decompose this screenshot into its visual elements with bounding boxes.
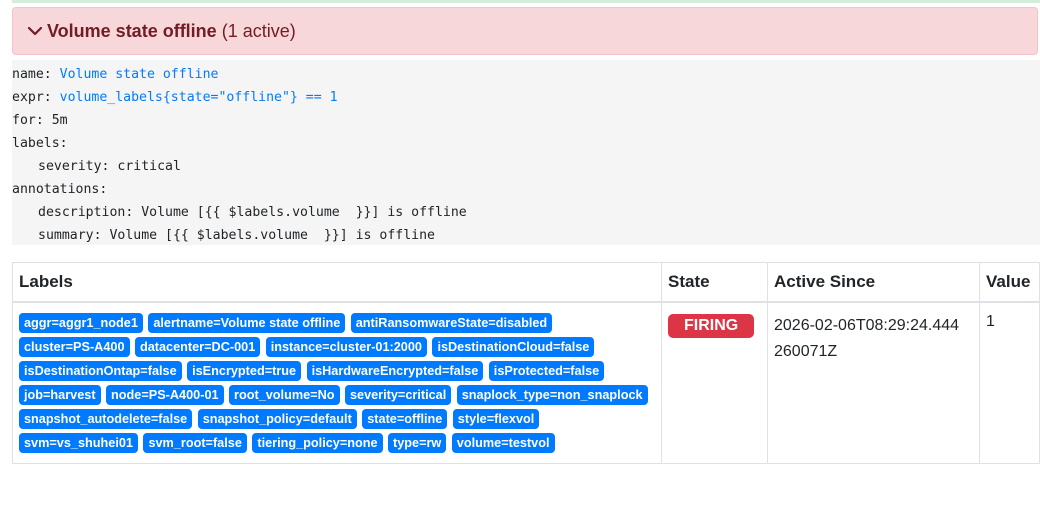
label-badge: alertname=Volume state offline [148, 313, 346, 333]
active-since-cell: 2026-02-06T08:29:24.444260071Z [767, 301, 980, 464]
label-badge: node=PS-A400-01 [106, 385, 224, 405]
label-badge: severity=critical [344, 385, 452, 405]
label-badge: aggr=aggr1_node1 [19, 313, 143, 333]
labels-column-header: Labels [12, 262, 662, 303]
label-badge: datacenter=DC-001 [134, 337, 261, 357]
label-badge: job=harvest [19, 385, 101, 405]
rule-description-line: description: Volume [{{ $labels.volume }… [38, 205, 467, 220]
rule-name-line: name: Volume state offline [12, 67, 219, 82]
label-badge: svm_root=false [143, 433, 247, 453]
rule-expr-link[interactable]: volume_labels{state="offline"} == 1 [60, 90, 338, 105]
label-badge: style=flexvol [452, 409, 540, 429]
state-badge: FIRING [668, 314, 755, 338]
alert-active-count: (1 active) [221, 20, 296, 41]
state-column-header: State [661, 262, 768, 303]
label-badge: isHardwareEncrypted=false [306, 361, 484, 381]
label-badge: tiering_policy=none [252, 433, 383, 453]
label-badge: root_volume=No [229, 385, 340, 405]
alerts-table: Labels State Active Since Value aggr=agg… [12, 262, 1040, 464]
rule-definition: name: Volume state offline expr: volume_… [12, 60, 1040, 245]
alert-title: Volume state offline [47, 20, 217, 41]
labels-cell: aggr=aggr1_node1 alertname=Volume state … [12, 301, 662, 464]
label-badge: isEncrypted=true [187, 361, 302, 381]
label-badge: isDestinationOntap=false [19, 361, 182, 381]
label-badge: type=rw [388, 433, 447, 453]
rule-labels-key: labels: [12, 136, 68, 151]
label-badge: instance=cluster-01:2000 [265, 337, 427, 357]
label-badge: svm=vs_shuhei01 [19, 433, 138, 453]
chevron-down-icon [27, 26, 43, 36]
table-header-row: Labels State Active Since Value [12, 262, 1040, 303]
label-badge: volume=testvol [451, 433, 555, 453]
table-row: aggr=aggr1_node1 alertname=Volume state … [12, 301, 1040, 464]
value-column-header: Value [979, 262, 1040, 303]
state-cell: FIRING [661, 301, 768, 464]
label-badge: antiRansomwareState=disabled [350, 313, 553, 333]
rule-summary-line: summary: Volume [{{ $labels.volume }}] i… [38, 228, 435, 243]
label-badge: snaplock_type=non_snaplock [456, 385, 648, 405]
label-badge: isDestinationCloud=false [432, 337, 595, 357]
rule-name-link[interactable]: Volume state offline [60, 67, 219, 82]
alert-group-header[interactable]: Volume state offline (1 active) [12, 7, 1038, 55]
label-badge: state=offline [362, 409, 448, 429]
label-badge: cluster=PS-A400 [19, 337, 130, 357]
value-cell: 1 [979, 301, 1040, 464]
label-badge: snapshot_policy=default [197, 409, 357, 429]
active-since-value: 2026-02-06T08:29:24.444260071Z [774, 317, 960, 360]
top-divider [12, 0, 1040, 3]
rule-annotations-key: annotations: [12, 182, 108, 197]
label-badge: isProtected=false [488, 361, 605, 381]
label-badge: snapshot_autodelete=false [19, 409, 193, 429]
rule-expr-line: expr: volume_labels{state="offline"} == … [12, 90, 338, 105]
rule-for-line: for: 5m [12, 113, 68, 128]
active-since-column-header: Active Since [767, 262, 980, 303]
rule-severity-line: severity: critical [38, 159, 181, 174]
